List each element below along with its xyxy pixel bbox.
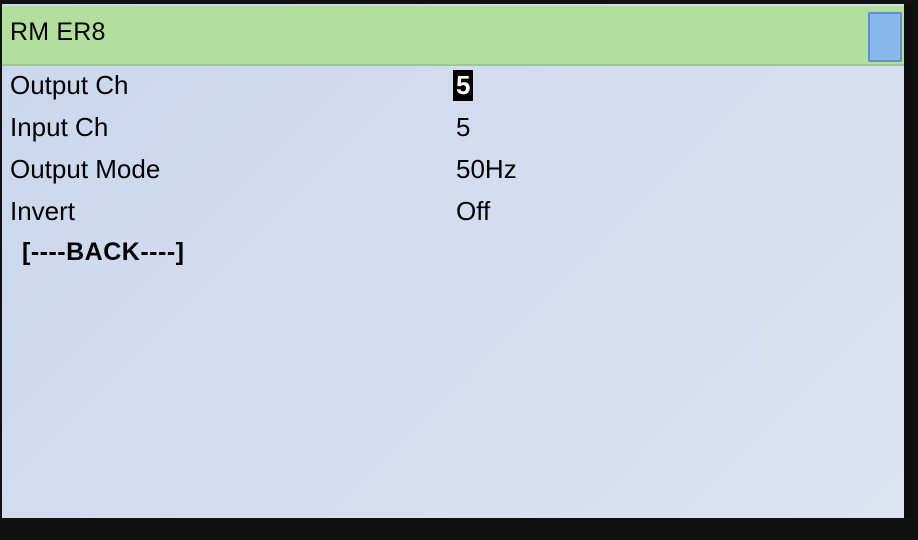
device-bezel: RM ER8 Output Ch 5 Input Ch 5 Output Mod… — [0, 0, 918, 540]
lcd-screen: RM ER8 Output Ch 5 Input Ch 5 Output Mod… — [2, 4, 912, 518]
input-ch-label: Input Ch — [10, 112, 109, 142]
menu-row-input-ch[interactable]: Input Ch 5 — [8, 110, 888, 152]
menu-row-output-ch[interactable]: Output Ch 5 — [8, 68, 888, 110]
output-mode-value[interactable]: 50Hz — [456, 154, 517, 185]
page-title: RM ER8 — [10, 18, 106, 46]
back-button[interactable]: [----BACK----] — [22, 238, 184, 267]
invert-value[interactable]: Off — [456, 196, 490, 227]
settings-menu: Output Ch 5 Input Ch 5 Output Mode 50Hz … — [8, 68, 888, 266]
title-bar: RM ER8 — [2, 6, 904, 66]
output-mode-label: Output Mode — [10, 154, 161, 184]
input-ch-value[interactable]: 5 — [456, 112, 470, 143]
invert-label: Invert — [10, 196, 76, 226]
menu-row-invert[interactable]: Invert Off — [8, 194, 888, 236]
output-ch-value[interactable]: 5 — [453, 70, 474, 101]
output-ch-label: Output Ch — [10, 70, 129, 100]
scrollbar-thumb[interactable] — [868, 12, 902, 62]
menu-row-output-mode[interactable]: Output Mode 50Hz — [8, 152, 888, 194]
